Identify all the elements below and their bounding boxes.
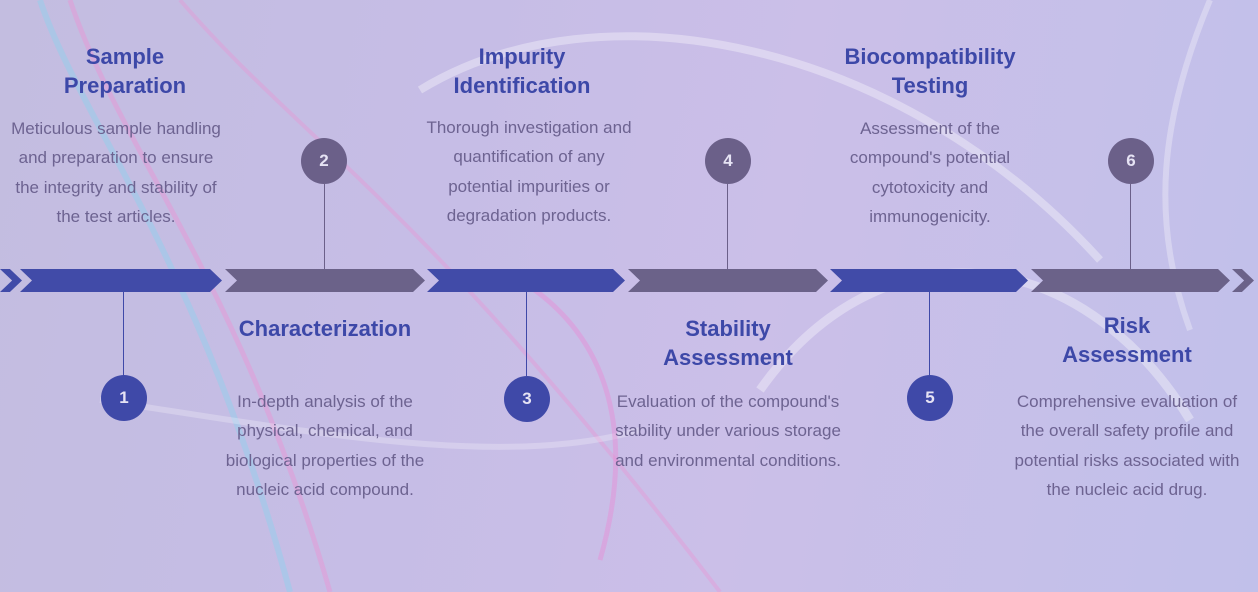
- connector-line: [526, 292, 527, 376]
- step-description: Meticulous sample handling and preparati…: [11, 119, 221, 226]
- connector-line: [727, 184, 728, 269]
- step-number-badge: 3: [504, 376, 550, 422]
- step-description: Evaluation of the compound's stability u…: [615, 392, 841, 470]
- step-number-badge: 6: [1108, 138, 1154, 184]
- step-description: In-depth analysis of the physical, chemi…: [225, 392, 425, 499]
- step-title: Stability Assessment: [628, 314, 828, 372]
- timeline-segment-3: [427, 269, 625, 292]
- connector-line: [929, 292, 930, 376]
- step-description: Comprehensive evaluation of the overall …: [1014, 392, 1240, 499]
- timeline-segment-2: [225, 269, 425, 292]
- step-number-badge: 4: [705, 138, 751, 184]
- step-title: Risk Assessment: [1027, 311, 1227, 369]
- timeline-segment-5: [830, 269, 1028, 292]
- timeline-end-chevron: [1232, 269, 1254, 292]
- timeline-infographic: Sample Preparation Meticulous sample han…: [0, 0, 1258, 592]
- step-title-line: Assessment: [1062, 342, 1192, 367]
- step-title: Characterization: [210, 314, 440, 343]
- step-title-line: Testing: [891, 73, 969, 98]
- step-title-line: Assessment: [663, 345, 793, 370]
- step-number-badge: 2: [301, 138, 347, 184]
- step-title: Sample Preparation: [25, 42, 225, 100]
- step-title: Biocompatibility Testing: [820, 42, 1040, 100]
- step-description: Thorough investigation and quantificatio…: [426, 118, 632, 225]
- connector-line: [324, 184, 325, 269]
- timeline-segment-6: [1031, 269, 1230, 292]
- step-title-line: Sample: [85, 44, 165, 69]
- step-description: Assessment of the compound's potential c…: [849, 119, 1011, 226]
- step-title-line: Impurity: [478, 44, 566, 69]
- timeline-segment-1: [20, 269, 222, 292]
- timeline-start-chevron: [0, 269, 22, 292]
- step-title-line: Stability: [685, 316, 771, 341]
- step-title-line: Biocompatibility: [844, 44, 1016, 69]
- step-title-line: Characterization: [238, 316, 412, 341]
- step-number-badge: 5: [907, 375, 953, 421]
- step-title-line: Preparation: [63, 73, 187, 98]
- step-title: Impurity Identification: [420, 42, 624, 100]
- step-title-line: Risk: [1103, 313, 1151, 338]
- step-title-line: Identification: [453, 73, 591, 98]
- timeline-segment-4: [628, 269, 828, 292]
- connector-line: [123, 292, 124, 376]
- step-number-badge: 1: [101, 375, 147, 421]
- connector-line: [1130, 184, 1131, 269]
